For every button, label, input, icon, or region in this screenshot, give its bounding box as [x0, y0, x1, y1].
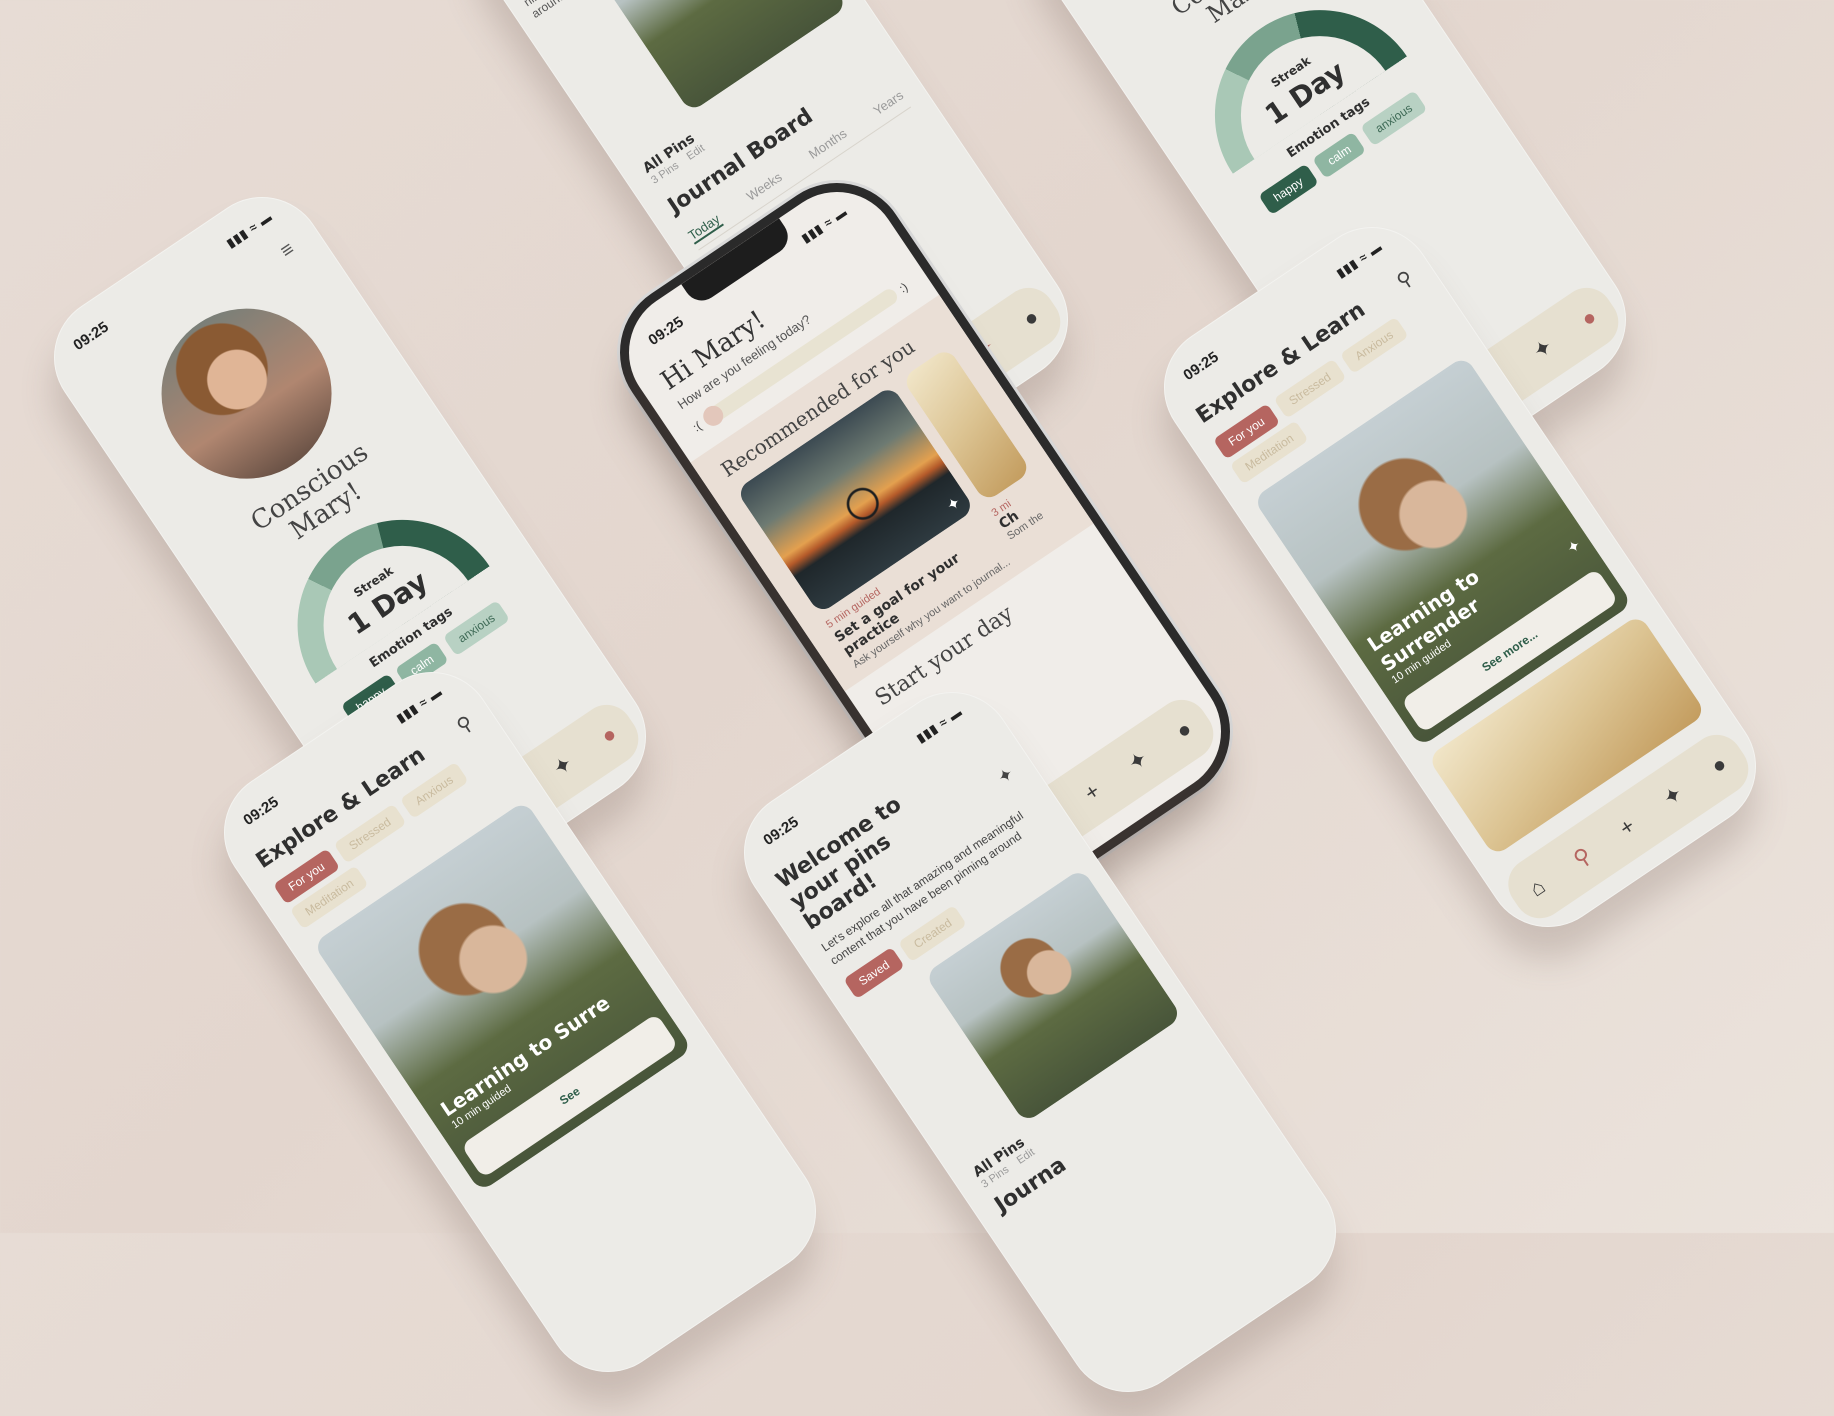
profile-icon[interactable]: ●	[596, 721, 621, 749]
pin-icon[interactable]: ✦	[994, 763, 1018, 789]
mood-slider-thumb[interactable]	[699, 401, 728, 430]
pin-icon[interactable]: ✦	[943, 492, 965, 516]
status-time: 09:25	[760, 813, 802, 850]
search-icon[interactable]: ⚲	[1392, 265, 1418, 294]
phone-pins-board: 09:25 ▮▮▮ ≈ ▬ Welcome to your pins board…	[719, 667, 1361, 1416]
mood-sad-label: :(	[690, 418, 705, 435]
signal-icon: ▮▮▮ ≈ ▬	[394, 684, 446, 726]
pin-icon[interactable]: ✦	[1123, 745, 1152, 776]
plus-icon[interactable]: +	[1615, 813, 1640, 841]
signal-icon: ▮▮▮ ≈ ▬	[224, 209, 276, 251]
profile-icon[interactable]: ●	[1576, 304, 1601, 332]
pin-icon[interactable]: ✦	[548, 750, 577, 781]
plus-icon[interactable]: +	[1080, 778, 1105, 806]
signal-icon: ▮▮▮ ≈ ▬	[1334, 239, 1386, 281]
home-icon[interactable]: ⌂	[1525, 873, 1550, 901]
status-time: 09:25	[645, 313, 687, 350]
profile-icon[interactable]: ●	[1706, 751, 1731, 779]
tab-today[interactable]: Today	[685, 211, 724, 245]
status-time: 09:25	[1180, 348, 1222, 385]
profile-icon[interactable]: ●	[1018, 304, 1043, 332]
see-more-link[interactable]: See more...	[1479, 627, 1540, 674]
mood-happy-label: :)	[896, 279, 911, 296]
search-icon[interactable]: ⚲	[1569, 842, 1596, 872]
tab-months[interactable]: Months	[806, 126, 851, 164]
search-icon[interactable]: ⚲	[452, 710, 478, 739]
pin-icon[interactable]: ✦	[1528, 333, 1557, 364]
profile-icon[interactable]: ●	[1171, 716, 1196, 744]
see-more-link[interactable]: See	[557, 1084, 583, 1108]
signal-icon: ▮▮▮ ≈ ▬	[914, 704, 966, 746]
phone-explore: 09:25 ▮▮▮ ≈ ▬ Explore & Learn ⚲ For you …	[1139, 202, 1781, 952]
status-time: 09:25	[70, 318, 112, 355]
tab-years[interactable]: Years	[870, 87, 907, 119]
pin-icon[interactable]: ✦	[1658, 780, 1687, 811]
mockup-canvas: ningful around All Pins 3 Pins Edit Jour…	[10, 0, 1824, 1416]
signal-icon: ▮▮▮ ≈ ▬	[799, 204, 851, 246]
status-time: 09:25	[240, 793, 282, 830]
tab-weeks[interactable]: Weeks	[744, 169, 786, 205]
phone-explore-bottom: 09:25 ▮▮▮ ≈ ▬ Explore & Learn ⚲ For you …	[199, 647, 841, 1397]
